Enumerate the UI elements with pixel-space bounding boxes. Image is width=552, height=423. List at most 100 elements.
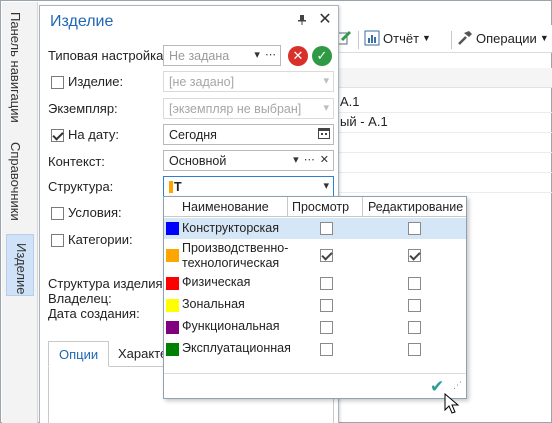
view-checkbox[interactable] [320,249,333,262]
column-header-name[interactable]: Наименование [182,200,269,214]
report-button[interactable]: Отчёт ▼ [364,30,431,46]
preset-value: Не задана [169,49,230,63]
background-toolbar: Отчёт ▼ Операции ▼ [334,25,552,53]
structure-label: Структура: [48,179,114,194]
instance-label: Экземпляр: [48,101,118,116]
instance-field[interactable]: [экземпляр не выбран] ▾ [163,98,334,119]
column-header-edit[interactable]: Редактирование [368,200,463,214]
instance-value: [экземпляр не выбран] [169,102,302,116]
row-divider [338,112,552,113]
row-divider [338,172,552,173]
row-divider [338,132,552,133]
context-label: Контекст: [48,154,105,169]
panel-title: Изделие [50,13,114,30]
created-label: Дата создания: [48,306,140,321]
structure-color-swatch [166,342,179,356]
categories-checkbox[interactable] [51,234,64,247]
product-value: [не задано] [169,75,235,89]
edit-checkbox[interactable] [408,342,421,356]
product-label: Изделие: [68,74,124,89]
mouse-pointer-icon [444,393,460,414]
check-icon[interactable]: ✔ [430,377,444,397]
column-header-view[interactable]: Просмотр [292,200,349,214]
structure-name: Функциональная [182,319,280,333]
structure-color-swatch [166,276,179,290]
categories-label: Категории: [68,232,133,247]
preset-label: Типовая настройка: [48,48,167,63]
side-tab-navigation[interactable]: Панель навигации [8,12,23,123]
structure-name: Конструкторская [182,221,279,235]
product-field[interactable]: [не задано] ▾ [163,71,334,92]
apply-preset-button[interactable]: ✓ [312,46,332,66]
dropdown-row[interactable]: Физическая [164,272,466,294]
structure-combobox[interactable]: Т ▾ [163,176,334,197]
hammer-icon [458,31,472,45]
close-icon[interactable]: ✕ [317,12,333,28]
column-divider [287,197,288,217]
chevron-down-icon: ▾ [323,75,330,87]
view-checkbox[interactable] [320,222,333,235]
background-row[interactable]: ый - А.1 [338,114,552,134]
structure-name: Физическая [182,275,251,289]
product-structure-label: Структура изделия: [48,276,167,291]
background-row[interactable]: А.1 [338,94,552,114]
product-checkbox[interactable] [51,76,64,89]
view-checkbox[interactable] [320,298,333,312]
dropdown-row[interactable]: Конструкторская [164,218,466,239]
edit-checkbox[interactable] [408,320,421,334]
chevron-down-icon: ▼ [422,33,431,43]
conditions-checkbox[interactable] [51,207,64,220]
report-icon [364,30,380,46]
close-icon: ✕ [292,48,304,63]
clear-preset-button[interactable]: ✕ [288,46,308,66]
chevron-down-icon[interactable]: ▾ [323,179,330,192]
chevron-down-icon: ▼ [539,33,549,43]
date-value: Сегодня [169,128,217,142]
structure-color-swatch [166,320,179,334]
date-label: На дату: [68,127,119,142]
dropdown-row[interactable]: Функциональная [164,316,466,338]
background-grid-header [338,68,552,88]
structure-color-swatch [166,249,179,262]
operations-button[interactable]: Операции ▼ [457,30,549,46]
row-divider [338,152,552,153]
date-field[interactable]: Сегодня [163,124,334,145]
calendar-icon[interactable] [318,127,330,142]
row-divider [338,192,552,193]
operations-label: Операции [476,30,537,46]
structure-color-swatch [166,298,179,312]
edit-checkbox[interactable] [408,222,421,235]
side-tab-references[interactable]: Справочники [8,142,23,221]
preset-field[interactable]: Не задана ▾ ⋯ [163,45,281,66]
combo-tail-icons: ▾ ⋯ ✕ [293,154,330,166]
column-divider [362,197,363,217]
dropdown-row[interactable]: Зональная [164,294,466,316]
structure-name: Зональная [182,297,245,311]
dropdown-footer: ✔ ⋰ [164,373,466,399]
tab-options[interactable]: Опции [48,341,110,367]
context-field[interactable]: Основной ▾ ⋯ ✕ [163,150,334,171]
combo-tail-icons: ▾ ⋯ [254,49,277,61]
dropdown-row[interactable]: Производственно-технологическая [164,239,466,272]
side-tab-product[interactable]: Изделие [6,234,34,296]
view-checkbox[interactable] [320,276,333,290]
toolbar-separator [451,31,452,49]
structure-name: Эксплуатационная [182,341,291,355]
edit-checkbox[interactable] [408,276,421,290]
view-checkbox[interactable] [320,320,333,334]
structure-value: Т [174,180,182,194]
context-value: Основной [169,154,227,168]
date-checkbox[interactable] [51,129,64,142]
resize-grip-icon[interactable]: ⋰ [453,381,462,390]
structure-dropdown: Наименование Просмотр Редактирование Кон… [163,196,467,399]
edit-checkbox[interactable] [408,249,421,262]
check-icon: ✓ [316,48,328,63]
conditions-label: Условия: [68,205,122,220]
dropdown-row[interactable]: Эксплуатационная [164,338,466,360]
edit-checkbox[interactable] [408,298,421,312]
side-tab-strip: Панель навигации Справочники Изделие [2,2,38,423]
view-checkbox[interactable] [320,342,333,356]
structure-name: Производственно-технологическая [182,241,289,270]
pin-icon[interactable] [295,14,309,28]
report-label: Отчёт [383,30,420,46]
